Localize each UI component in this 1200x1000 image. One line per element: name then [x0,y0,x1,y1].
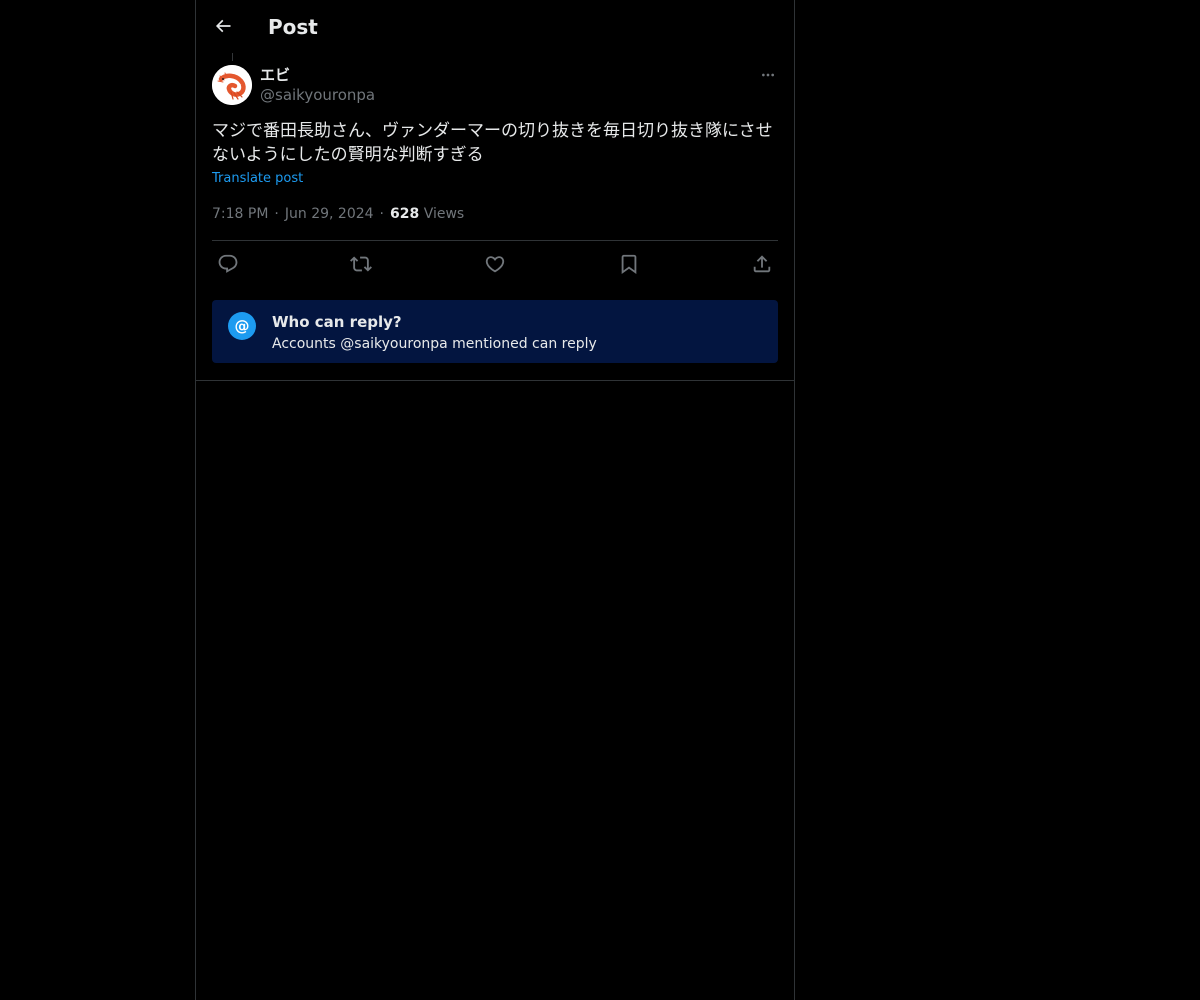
shrimp-icon [212,65,252,105]
like-button[interactable] [479,248,511,280]
reply-restriction-description: Accounts @saikyouronpa mentioned can rep… [272,336,597,352]
post-date[interactable]: Jun 29, 2024 [285,206,374,222]
reply-restriction-notice: @ Who can reply? Accounts @saikyouronpa … [212,300,778,363]
views-count: 628 [390,206,420,222]
views-label: Views [423,206,465,222]
page-title: Post [268,15,318,39]
bookmark-icon [621,254,637,275]
section-divider [196,380,794,381]
post-meta: 7:18 PM · Jun 29, 2024 · 628 Views [212,204,464,224]
post-text: マジで番田長助さん、ヴァンダーマーの切り抜きを毎日切り抜き隊にさせないようにした… [212,121,773,165]
thread-connector-line [232,53,233,61]
reply-button[interactable] [212,248,244,280]
divider [212,240,778,241]
bookmark-button[interactable] [613,248,645,280]
back-button[interactable] [206,9,240,43]
page-header: Post [196,0,794,53]
repost-icon [350,256,372,272]
reply-icon [218,254,238,273]
more-options-button[interactable] [756,65,780,85]
author-name[interactable]: エビ [260,65,290,85]
author-avatar[interactable] [212,65,252,105]
heart-icon [485,256,505,273]
main-column: Post エビ @saikyouronpa マジで番田長助さん、ヴァンダーマーの… [195,0,795,1000]
share-button[interactable] [746,248,778,280]
author-handle[interactable]: @saikyouronpa [260,85,375,105]
action-bar [212,248,778,280]
reply-restriction-title: Who can reply? [272,313,402,331]
meta-separator: · [379,206,384,222]
arrow-left-icon [215,19,231,33]
post-time[interactable]: 7:18 PM [212,206,268,222]
translate-post-link[interactable]: Translate post [212,170,303,188]
meta-separator: · [274,206,279,222]
repost-button[interactable] [345,248,377,280]
share-icon [753,255,771,273]
more-dots-icon [762,73,774,77]
at-mention-icon: @ [228,312,256,340]
